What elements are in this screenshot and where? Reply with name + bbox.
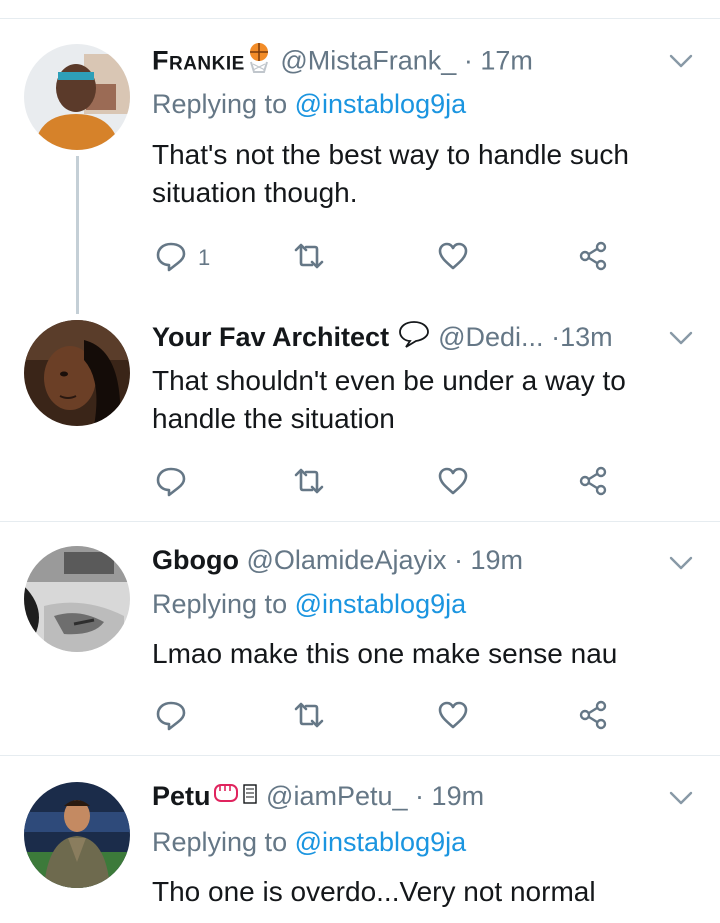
user-handle[interactable]: @MistaFrank_ <box>280 46 456 76</box>
tweet-actions <box>152 463 652 503</box>
tweet-petu[interactable]: Petu @iamPetu_ · 19m Replying to @instab… <box>0 756 720 923</box>
retweet-button[interactable] <box>292 463 336 503</box>
share-icon <box>576 698 610 737</box>
retweet-icon <box>292 239 326 278</box>
replying-to: Replying to @instablog9ja <box>152 824 466 860</box>
tweet-header: Gbogo @OlamideAjayix · 19m <box>152 542 660 578</box>
tweet-text: Lmao make this one make sense nau <box>152 635 692 673</box>
mention-link[interactable]: @instablog9ja <box>295 827 467 857</box>
raised-fist-emoji-icon <box>211 779 241 814</box>
avatar[interactable] <box>24 546 130 652</box>
tweet-frankie[interactable]: Frankie @MistaFrank_ · 17m Replying to @… <box>0 0 720 314</box>
separator-dot: · <box>551 322 561 352</box>
heart-icon <box>436 464 470 503</box>
share-button[interactable] <box>576 238 610 278</box>
tweet-text-line: situation though. <box>152 177 358 208</box>
display-name[interactable]: Gbogo <box>152 545 239 575</box>
separator-dot: · <box>453 545 463 575</box>
replying-to: Replying to @instablog9ja <box>152 86 466 122</box>
heart-icon <box>436 239 470 278</box>
retweet-icon <box>292 698 326 737</box>
retweet-button[interactable] <box>292 238 336 278</box>
share-icon <box>576 239 610 278</box>
tweet-text: That shouldn't even be under a way to ha… <box>152 362 692 438</box>
share-button[interactable] <box>576 697 610 737</box>
tweet-text-line: Lmao make this one make sense nau <box>152 638 618 669</box>
display-name[interactable]: Frankie <box>152 46 245 76</box>
tweet-actions: 1 <box>152 238 652 278</box>
user-handle[interactable]: @iamPetu_ <box>266 781 407 811</box>
like-button[interactable] <box>436 238 480 278</box>
reply-button[interactable] <box>154 463 198 503</box>
replying-to: Replying to @instablog9ja <box>152 586 466 622</box>
chevron-down-icon[interactable] <box>666 323 696 353</box>
user-handle[interactable]: @OlamideAjayix <box>247 545 447 575</box>
replying-prefix: Replying to <box>152 589 295 619</box>
tweet-text-line: handle the situation <box>152 403 395 434</box>
separator-dot: · <box>463 45 473 76</box>
timestamp[interactable]: 13m <box>560 322 613 352</box>
tweet-actions <box>152 697 652 737</box>
timestamp[interactable]: 19m <box>432 781 485 811</box>
avatar[interactable] <box>24 320 130 426</box>
reply-button[interactable]: 1 <box>154 238 210 278</box>
heart-icon <box>436 698 470 737</box>
chevron-down-icon[interactable] <box>666 783 696 813</box>
tweet-header: Frankie @MistaFrank_ · 17m <box>152 42 660 78</box>
tweet-text-line: That's not the best way to handle such <box>152 139 629 170</box>
reply-icon <box>154 239 188 278</box>
like-button[interactable] <box>436 697 480 737</box>
missing-glyph-icon <box>241 780 259 814</box>
avatar[interactable] <box>24 782 130 888</box>
basketball-emoji-icon <box>245 42 273 78</box>
timestamp[interactable]: 17m <box>480 46 533 76</box>
tweet-gbogo[interactable]: Gbogo @OlamideAjayix · 19m Replying to @… <box>0 522 720 755</box>
separator-dot: · <box>415 781 425 811</box>
avatar[interactable] <box>24 44 130 150</box>
tweet-text-line: That shouldn't even be under a way to <box>152 365 626 396</box>
share-icon <box>576 464 610 503</box>
tweet-text: That's not the best way to handle such s… <box>152 136 692 212</box>
like-button[interactable] <box>436 463 480 503</box>
display-name[interactable]: Your Fav Architect <box>152 322 389 352</box>
reply-count: 1 <box>198 245 211 270</box>
tweet-text: Tho one is overdo...Very not normal <box>152 873 692 911</box>
mention-link[interactable]: @instablog9ja <box>295 589 467 619</box>
share-button[interactable] <box>576 463 610 503</box>
user-handle[interactable]: @Dedi... <box>438 322 543 352</box>
reply-button[interactable] <box>154 697 198 737</box>
chevron-down-icon[interactable] <box>666 46 696 76</box>
display-name[interactable]: Petu <box>152 781 211 811</box>
tweet-header: Your Fav Architect @Dedi... ·13m <box>152 319 660 355</box>
thread-line <box>76 156 79 314</box>
reply-icon <box>154 698 188 737</box>
tweet-header: Petu @iamPetu_ · 19m <box>152 778 660 814</box>
speech-bubble-emoji-icon <box>397 319 431 355</box>
mention-link[interactable]: @instablog9ja <box>295 89 467 119</box>
timestamp[interactable]: 19m <box>471 545 524 575</box>
reply-icon <box>154 464 188 503</box>
chevron-down-icon[interactable] <box>666 548 696 578</box>
retweet-icon <box>292 464 326 503</box>
tweet-your-fav-architect[interactable]: Your Fav Architect @Dedi... ·13m That sh… <box>0 306 720 521</box>
replying-prefix: Replying to <box>152 89 295 119</box>
retweet-button[interactable] <box>292 697 336 737</box>
tweet-text-line: Tho one is overdo...Very not normal <box>152 876 596 907</box>
replying-prefix: Replying to <box>152 827 295 857</box>
